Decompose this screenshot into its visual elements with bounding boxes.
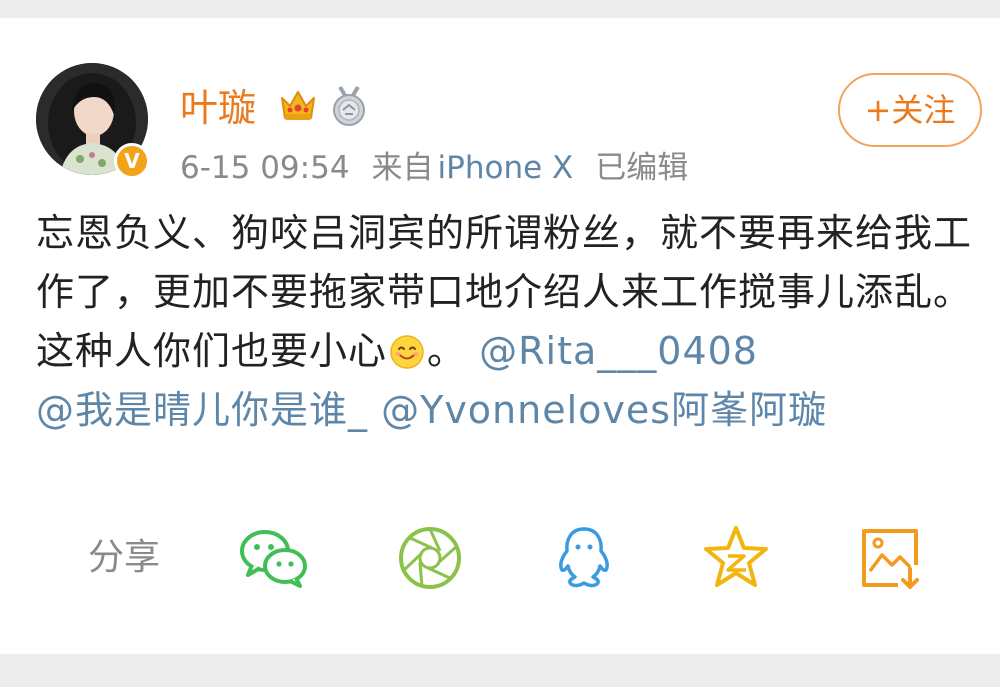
crown-icon[interactable] — [278, 88, 318, 124]
source-device[interactable]: iPhone X — [438, 150, 574, 186]
source-prefix: 来自 — [371, 150, 434, 186]
follow-button[interactable]: +关注 — [838, 73, 982, 147]
post-meta: 6-15 09:54 来自 iPhone X 已编辑 — [180, 148, 688, 188]
mention-link[interactable]: @Rita___0408 — [479, 329, 758, 373]
post-period: 。 — [427, 329, 467, 373]
qzone-icon[interactable] — [700, 525, 772, 591]
edited-label[interactable]: 已编辑 — [595, 150, 688, 186]
mention-link[interactable]: @Yvonneloves阿峯阿璇 — [381, 388, 827, 432]
verified-badge: V — [114, 143, 150, 179]
post-time: 6-15 09:54 — [180, 150, 350, 186]
share-label: 分享 — [88, 537, 161, 578]
mention-link[interactable]: @我是晴儿你是谁_ — [36, 388, 368, 432]
username[interactable]: 叶璇 — [180, 86, 256, 130]
moments-icon[interactable] — [394, 525, 466, 591]
medal-icon[interactable] — [330, 85, 368, 127]
smile-emoji-icon — [390, 335, 424, 369]
weibo-post-card: V 叶璇 6-15 09:54 来自 iPhone X 已编辑 +关注 忘恩负义、狗咬… — [0, 18, 1000, 654]
post-content: 忘恩负义、狗咬吕洞宾的所谓粉丝，就不要再来给我工作了，更加不要拖家带口地介绍人来… — [36, 204, 976, 440]
user-avatar[interactable]: V — [36, 63, 150, 179]
save-image-icon[interactable] — [854, 525, 926, 591]
qq-icon[interactable] — [548, 525, 620, 591]
wechat-icon[interactable] — [238, 525, 310, 591]
